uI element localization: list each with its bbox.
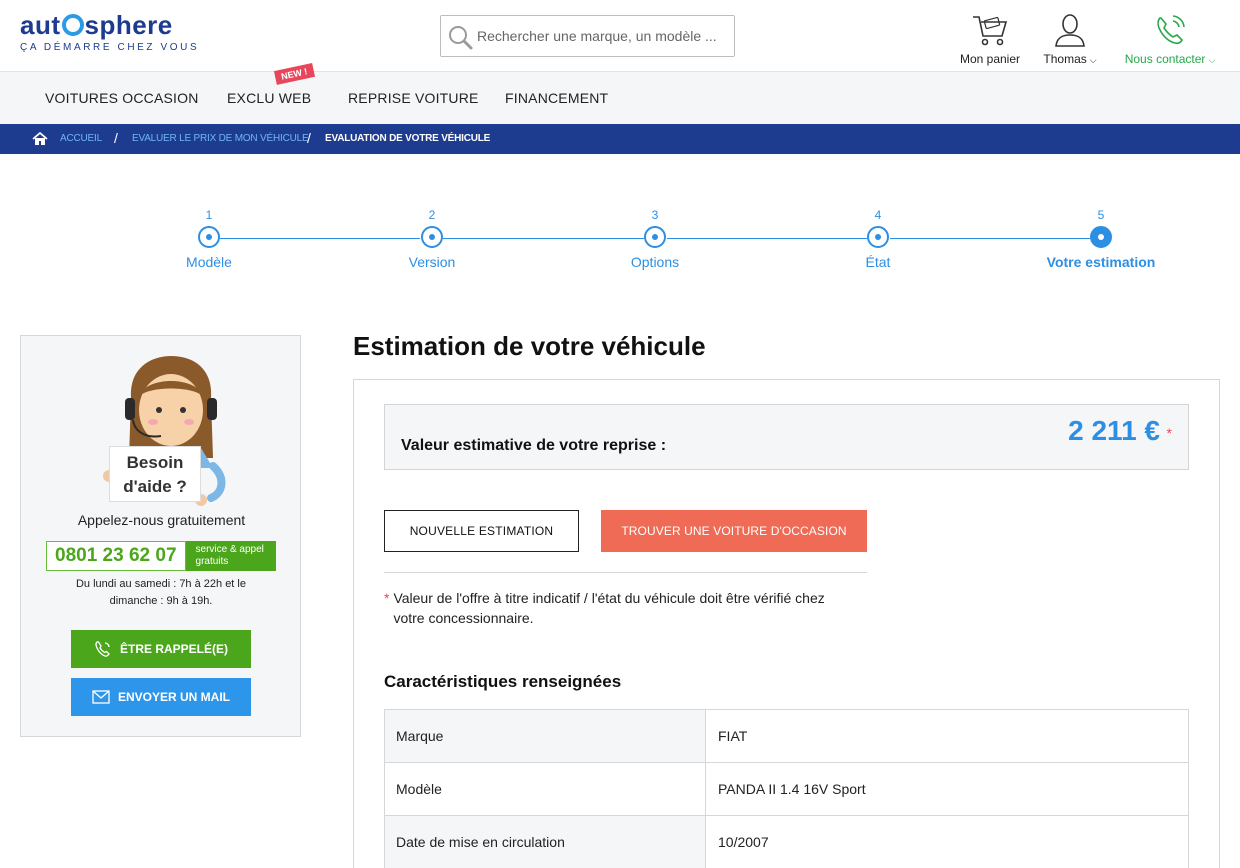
home-icon[interactable] xyxy=(32,131,48,147)
estimate-box: Valeur estimative de votre reprise : 2 2… xyxy=(384,404,1189,470)
spec-label: Marque xyxy=(384,709,706,763)
breadcrumb-separator: / xyxy=(114,130,118,146)
phone-number-box[interactable]: 0801 23 62 07 service & appel gratuits xyxy=(46,541,276,571)
nav-reprise-voiture[interactable]: REPRISE VOITURE xyxy=(348,90,479,106)
contact-button[interactable]: Nous contacter ⌵ xyxy=(1116,12,1224,66)
step-etat[interactable]: 4 État xyxy=(818,208,938,270)
disclaimer-text: Valeur de l'offre à titre indicatif / l'… xyxy=(393,590,825,626)
specs-title: Caractéristiques renseignées xyxy=(384,672,622,691)
contact-label: Nous contacter xyxy=(1124,52,1206,66)
step-version[interactable]: 2 Version xyxy=(372,208,492,270)
cart-button[interactable]: Mon panier xyxy=(952,12,1028,66)
step-dot xyxy=(867,226,889,248)
opening-hours: Du lundi au samedi : 7h à 22h et le dima… xyxy=(75,578,246,607)
search-box xyxy=(440,15,735,57)
phone-number: 0801 23 62 07 xyxy=(46,541,186,571)
page-title: Estimation de votre véhicule xyxy=(353,331,706,361)
phone-icon xyxy=(95,641,110,657)
estimate-asterisk: * xyxy=(1166,425,1172,441)
help-title: Appelez-nous gratuitement xyxy=(77,512,246,528)
step-options[interactable]: 3 Options xyxy=(595,208,715,270)
send-mail-button[interactable]: ENVOYER UN MAIL xyxy=(71,678,251,716)
step-dot xyxy=(198,226,220,248)
autosphere-logo[interactable]: aut sphere ÇA DÉMARRE CHEZ VOUS xyxy=(20,12,199,53)
table-row: Marque FIAT xyxy=(384,709,1189,763)
table-row: Date de mise en circulation 10/2007 xyxy=(384,815,1189,868)
spec-label: Date de mise en circulation xyxy=(384,815,706,868)
disclaimer: * Valeur de l'offre à titre indicatif / l… xyxy=(384,588,864,628)
help-sign: Besoin d'aide ? xyxy=(109,446,201,502)
user-label: Thomas xyxy=(1043,52,1087,66)
table-row: Modèle PANDA II 1.4 16V Sport xyxy=(384,762,1189,816)
site-header: autsphere ÇA DÉMARRE CHEZ VOUS Mon panie… xyxy=(0,0,1240,72)
breadcrumb-current: EVALUATION DE VOTRE VÉHICULE xyxy=(325,133,491,144)
step-votre-estimation[interactable]: 5 Votre estimation xyxy=(1041,208,1161,270)
nav-financement[interactable]: FINANCEMENT xyxy=(505,90,608,106)
step-modele[interactable]: 1 Modèle xyxy=(149,208,269,270)
user-icon xyxy=(1055,14,1085,47)
user-account-button[interactable]: Thomas ⌵ xyxy=(1036,12,1104,66)
phone-icon xyxy=(1157,15,1185,45)
disclaimer-asterisk: * xyxy=(384,590,390,606)
main-nav: VOITURES OCCASION EXCLU WEB REPRISE VOIT… xyxy=(0,72,1240,124)
breadcrumb-evaluer[interactable]: EVALUER LE PRIX DE MON VÉHICULE xyxy=(132,133,309,144)
divider xyxy=(384,572,867,573)
cart-label: Mon panier xyxy=(959,52,1021,66)
step-dot xyxy=(421,226,443,248)
breadcrumb-accueil[interactable]: ACCUEIL xyxy=(60,133,102,144)
callback-button[interactable]: ÊTRE RAPPELÉ(E) xyxy=(71,630,251,668)
spec-value: PANDA II 1.4 16V Sport xyxy=(705,762,1189,816)
breadcrumb-separator: / xyxy=(307,130,311,146)
spec-label: Modèle xyxy=(384,762,706,816)
search-icon[interactable] xyxy=(447,24,473,50)
mail-icon xyxy=(92,690,110,704)
estimation-card: Valeur estimative de votre reprise : 2 2… xyxy=(353,379,1220,868)
nav-voitures-occasion[interactable]: VOITURES OCCASION xyxy=(45,90,199,106)
help-panel: Besoin d'aide ? Appelez-nous gratuitemen… xyxy=(20,335,301,737)
search-input[interactable] xyxy=(477,20,727,52)
spec-value: FIAT xyxy=(705,709,1189,763)
chevron-down-icon: ⌵ xyxy=(1089,55,1097,65)
nav-exclu-web[interactable]: EXCLU WEB xyxy=(227,90,311,106)
breadcrumb: ACCUEIL / EVALUER LE PRIX DE MON VÉHICUL… xyxy=(0,124,1240,154)
chevron-down-icon: ⌵ xyxy=(1208,55,1216,65)
spec-value: 10/2007 xyxy=(705,815,1189,868)
find-used-car-button[interactable]: TROUVER UNE VOITURE D'OCCASION xyxy=(601,510,867,552)
specs-table: Marque FIAT Modèle PANDA II 1.4 16V Spor… xyxy=(384,709,1189,868)
estimate-value: 2 211 € xyxy=(1068,415,1160,446)
estimate-label: Valeur estimative de votre reprise : xyxy=(401,437,667,454)
step-dot xyxy=(644,226,666,248)
logo-tagline: ÇA DÉMARRE CHEZ VOUS xyxy=(20,42,200,53)
step-dot-active xyxy=(1090,226,1112,248)
new-estimate-button[interactable]: NOUVELLE ESTIMATION xyxy=(384,510,579,552)
cart-icon xyxy=(973,16,1008,46)
phone-tag: service & appel gratuits xyxy=(185,541,276,571)
